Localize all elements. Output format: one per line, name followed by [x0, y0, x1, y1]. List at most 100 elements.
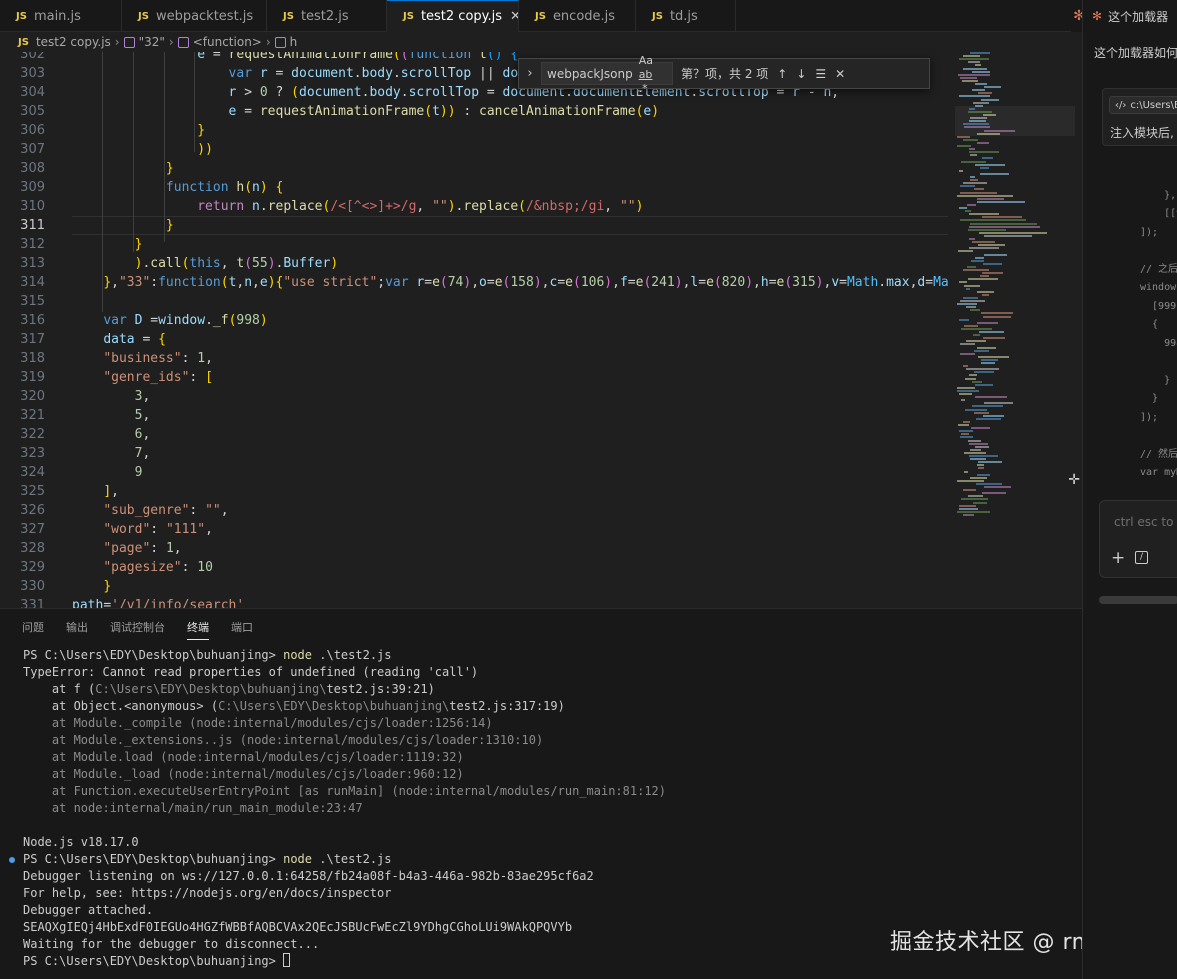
regex-toggle[interactable]: .*	[639, 82, 648, 95]
tab-encode-js[interactable]: JS encode.js	[519, 0, 636, 32]
code-line[interactable]: "business": 1,	[72, 349, 213, 368]
terminal-cursor	[283, 953, 291, 967]
minimap-line	[965, 408, 987, 411]
breadcrumb-file[interactable]: test2 copy.js	[36, 35, 111, 49]
match-case-toggle[interactable]: Aa	[639, 54, 653, 67]
code-line[interactable]: "pagesize": 10	[72, 558, 213, 577]
horizontal-scrollbar[interactable]	[1099, 596, 1177, 604]
minimap-line	[963, 55, 980, 58]
code-line[interactable]: }	[72, 577, 111, 596]
line-number: 309	[20, 180, 45, 195]
minimap-line	[968, 278, 998, 281]
panel-tab-2[interactable]: 调试控制台	[110, 615, 165, 639]
minimap-line	[965, 377, 976, 380]
code-line[interactable]: ],	[72, 482, 119, 501]
minimap-line	[957, 510, 990, 513]
resize-sash-icon[interactable]: ✛	[1068, 472, 1080, 488]
code-line[interactable]: }	[72, 159, 174, 178]
find-in-selection-icon[interactable]: ☰	[815, 67, 826, 81]
minimap-line	[958, 73, 990, 76]
code-line[interactable]: }	[72, 121, 205, 140]
code-area[interactable]: e = requestAnimationFrame((function t() …	[72, 52, 948, 608]
code-line[interactable]: ).call(this, t(55).Buffer)	[72, 254, 339, 273]
tab-webpacktest-js[interactable]: JS webpacktest.js	[122, 0, 267, 32]
close-icon[interactable]: ✕	[510, 9, 518, 24]
terminal-command-line: PS C:\Users\EDY\Desktop\buhuanjing> node…	[23, 851, 392, 868]
minimap-line	[963, 182, 987, 185]
minimap-line	[975, 383, 993, 386]
code-line[interactable]: }	[72, 235, 143, 254]
chat-input-box[interactable]: ctrl esc to f + /	[1099, 500, 1177, 578]
terminal-error: TypeError: Cannot read properties of und…	[23, 665, 479, 679]
code-line[interactable]: "word": "111",	[72, 520, 213, 539]
code-line[interactable]: 7,	[72, 444, 151, 463]
chat-context-card[interactable]: ‹/› c:\Users\E 注入模块后,	[1102, 88, 1177, 146]
line-number: 307	[20, 142, 45, 157]
whole-word-toggle[interactable]: ab	[639, 68, 653, 81]
terminal-stack-frame: at Object.<anonymous> (C:\Users\EDY\Desk…	[23, 699, 565, 713]
tab-test2-copy-js[interactable]: JS test2 copy.js ✕	[387, 0, 519, 32]
tab-td-js[interactable]: JS td.js	[636, 0, 736, 32]
file-reference-chip[interactable]: ‹/› c:\Users\E	[1109, 96, 1177, 114]
code-line[interactable]: data = {	[72, 330, 166, 349]
code-line[interactable]: path='/v1/info/search'	[72, 596, 244, 608]
minimap-line	[957, 194, 1013, 197]
tab-main-js[interactable]: JS main.js	[0, 0, 122, 32]
tab-label: main.js	[33, 8, 81, 24]
code-line[interactable]: "genre_ids": [	[72, 368, 213, 387]
code-line[interactable]: ))	[72, 140, 213, 159]
breadcrumb-item-h[interactable]: h	[290, 35, 298, 49]
minimap-line	[980, 172, 1009, 175]
command-decoration-icon[interactable]	[9, 857, 15, 863]
find-input[interactable]: webpackJsonp Aa ab .*	[541, 54, 673, 95]
code-line[interactable]: e = requestAnimationFrame((function t() …	[72, 52, 518, 64]
chat-code-line: [999]	[1152, 300, 1177, 312]
panel-tab-4[interactable]: 端口	[231, 615, 253, 639]
close-find-icon[interactable]: ✕	[835, 67, 845, 81]
terminal-output-line: Debugger listening on ws://127.0.0.1:642…	[23, 869, 594, 883]
minimap-line	[977, 141, 989, 144]
code-line[interactable]: },"33":function(t,n,e){"use strict";var …	[72, 273, 948, 292]
code-line[interactable]: function h(n) {	[72, 178, 283, 197]
line-number: 306	[20, 123, 45, 138]
minimap-line	[975, 163, 1005, 166]
code-line[interactable]: return n.replace(/<[^<>]+>/g, "").replac…	[72, 197, 643, 216]
minimap-line	[983, 262, 1002, 265]
code-editor[interactable]: 302 303 304 305 306 307 308 309 310 311 312 313 314 3…	[0, 52, 1082, 608]
minimap-line	[978, 244, 1005, 247]
chat-question: 这个加载器如何	[1094, 46, 1177, 60]
minimap[interactable]	[955, 52, 1075, 532]
code-line[interactable]: "page": 1,	[72, 539, 181, 558]
panel-tab-1[interactable]: 输出	[66, 615, 88, 639]
slash-command-icon[interactable]: /	[1135, 551, 1148, 564]
toggle-replace-icon[interactable]: ›	[519, 66, 541, 81]
minimap-line	[984, 253, 1007, 256]
js-file-icon: JS	[16, 10, 27, 22]
next-match-icon[interactable]: ↓	[796, 67, 806, 81]
breadcrumb-item-function[interactable]: <function>	[193, 35, 262, 49]
previous-match-icon[interactable]: ↑	[777, 67, 787, 81]
minimap-line	[966, 368, 999, 371]
code-line[interactable]: 3,	[72, 387, 151, 406]
code-line[interactable]: }	[72, 216, 174, 235]
minimap-line	[974, 411, 989, 414]
minimap-line	[981, 312, 1013, 315]
minimap-line	[982, 272, 1003, 275]
code-line[interactable]: var D =window._f(998)	[72, 311, 267, 330]
tab-test2-js[interactable]: JS test2.js	[267, 0, 387, 32]
code-line[interactable]: e = requestAnimationFrame(t)) : cancelAn…	[72, 102, 660, 121]
code-line[interactable]: 5,	[72, 406, 151, 425]
panel-tab-0[interactable]: 问题	[22, 615, 44, 639]
add-attachment-icon[interactable]: +	[1111, 548, 1125, 568]
code-line[interactable]: 9	[72, 463, 143, 482]
breadcrumb: JS test2 copy.js › "32" › <function> › h	[0, 32, 1082, 52]
panel-tab-3[interactable]: 终端	[187, 615, 209, 640]
code-line[interactable]: 6,	[72, 425, 151, 444]
minimap-line	[971, 427, 990, 430]
code-line[interactable]: "sub_genre": "",	[72, 501, 228, 520]
minimap-line	[972, 89, 985, 92]
minimap-line	[970, 458, 986, 461]
minimap-line	[975, 64, 981, 67]
chat-code-line: ]);	[1140, 411, 1159, 423]
breadcrumb-item-module[interactable]: "32"	[139, 35, 165, 49]
